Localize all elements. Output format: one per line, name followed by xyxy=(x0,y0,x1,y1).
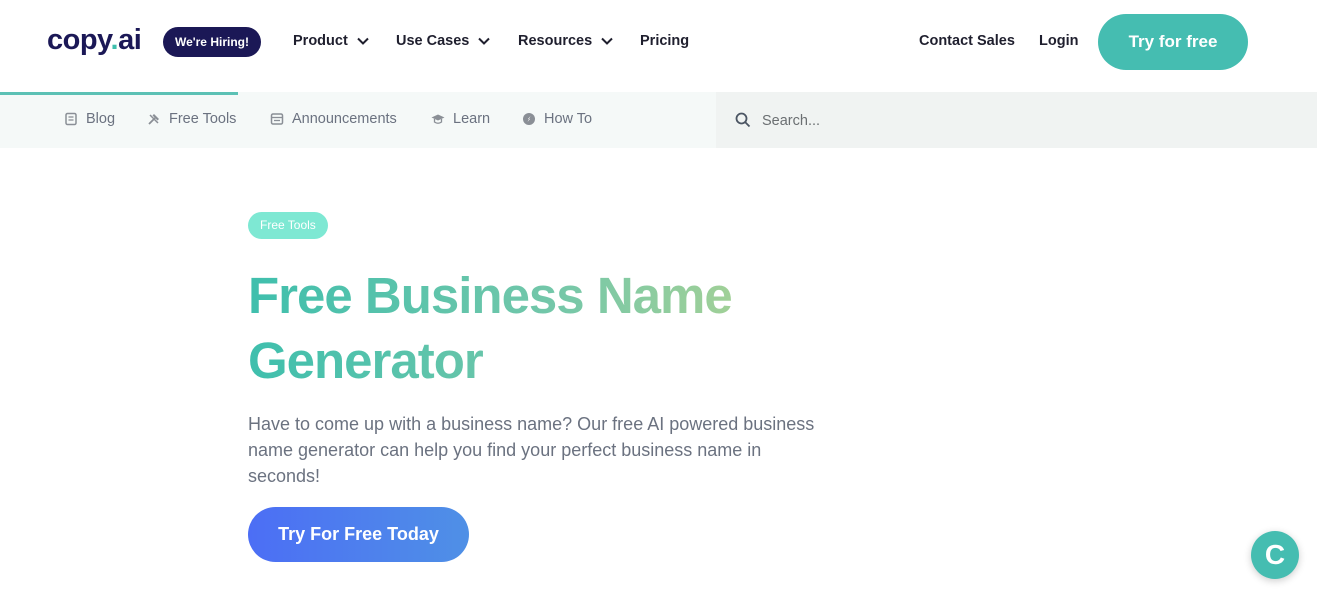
page-title: Free Business Name Generator xyxy=(248,263,808,393)
nav-resources-label: Resources xyxy=(518,33,593,49)
nav-use-cases-label: Use Cases xyxy=(396,33,470,49)
search-bar xyxy=(716,92,1317,148)
subnav-item-blog[interactable]: Blog xyxy=(64,111,115,127)
subnav-item-label: Blog xyxy=(86,111,116,127)
hiring-badge[interactable]: We're Hiring! xyxy=(163,27,261,57)
active-tab-indicator xyxy=(0,92,238,95)
subnav-item-free-tools[interactable]: Free Tools xyxy=(147,111,236,127)
compass-icon xyxy=(522,112,536,126)
try-for-free-button[interactable]: Try for free xyxy=(1098,14,1248,70)
document-icon xyxy=(64,112,78,126)
nav-pricing-label: Pricing xyxy=(640,33,690,49)
chat-widget-button[interactable]: C xyxy=(1251,531,1299,579)
nav-pricing[interactable]: Pricing xyxy=(640,33,689,49)
search-icon[interactable] xyxy=(735,112,751,128)
subnav-item-announcements[interactable]: Announcements xyxy=(270,111,397,127)
tools-icon xyxy=(147,112,161,126)
chat-widget-letter: C xyxy=(1264,539,1286,570)
chevron-down-icon xyxy=(356,34,370,48)
try-for-free-today-button[interactable]: Try For Free Today xyxy=(248,507,469,562)
search-input[interactable] xyxy=(760,106,1284,136)
contact-sales-link[interactable]: Contact Sales xyxy=(919,33,1015,49)
nav-product[interactable]: Product xyxy=(293,33,370,49)
subnav-item-label: Free Tools xyxy=(169,111,237,127)
login-link[interactable]: Login xyxy=(1039,33,1078,49)
copyai-logo[interactable]: copy.ai xyxy=(47,24,142,57)
top-navigation: copy.ai We're Hiring! Product Use Cases … xyxy=(0,0,1317,86)
nav-resources[interactable]: Resources xyxy=(518,33,614,49)
subnav-item-label: Learn xyxy=(453,111,491,127)
chevron-down-icon xyxy=(600,34,614,48)
nav-use-cases[interactable]: Use Cases xyxy=(396,33,491,49)
category-tag[interactable]: Free Tools xyxy=(248,212,328,239)
subnav-item-label: Announcements xyxy=(292,111,397,127)
chevron-down-icon xyxy=(477,34,491,48)
subnav-item-label: How To xyxy=(544,111,593,127)
nav-product-label: Product xyxy=(293,33,348,49)
blog-subnav: Blog Free Tools Announcements Learn How … xyxy=(0,92,716,148)
announcement-icon xyxy=(270,112,284,126)
subnav-item-learn[interactable]: Learn xyxy=(431,111,490,127)
subnav-item-how-to[interactable]: How To xyxy=(522,111,592,127)
page-description: Have to come up with a business name? Ou… xyxy=(248,414,815,486)
graduation-cap-icon xyxy=(431,112,445,126)
